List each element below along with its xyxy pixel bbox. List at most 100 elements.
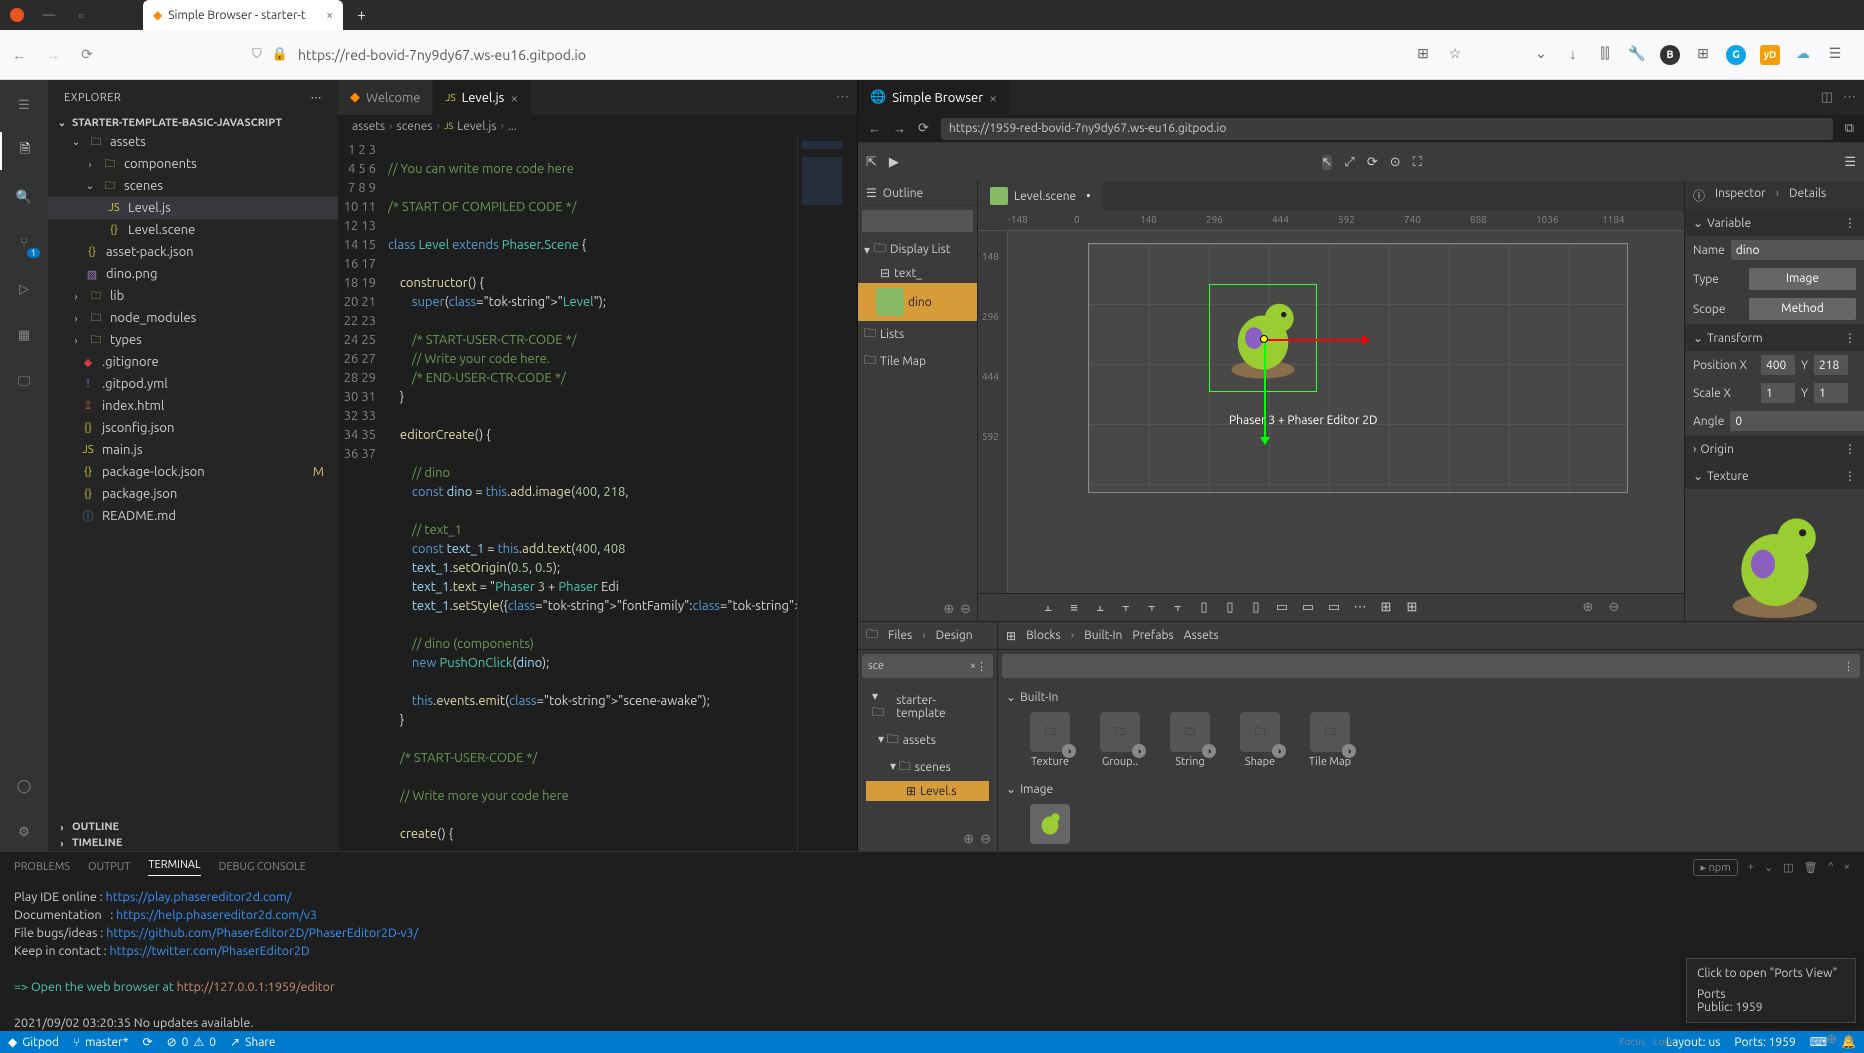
split-editor-icon[interactable]: ◫ bbox=[1821, 90, 1833, 105]
minimap[interactable] bbox=[797, 137, 857, 851]
tool-scale-icon[interactable]: ⤢ bbox=[1344, 155, 1354, 170]
tab-close-icon[interactable]: × bbox=[326, 9, 333, 22]
ext-g-icon[interactable]: G bbox=[1726, 45, 1746, 65]
terminal-dropdown-icon[interactable]: ⌄ bbox=[1764, 861, 1773, 874]
hamburger-icon[interactable]: ☰ bbox=[1826, 45, 1844, 63]
name-input[interactable] bbox=[1731, 240, 1864, 260]
status-sync[interactable]: ⟳ bbox=[143, 1035, 153, 1049]
scope-dropdown[interactable]: Method bbox=[1749, 298, 1856, 320]
split-terminal-icon[interactable]: ◫ bbox=[1783, 861, 1793, 874]
terminal-tab[interactable]: TERMINAL bbox=[148, 859, 200, 876]
card-shape[interactable]: 🗀◑Shape bbox=[1230, 712, 1290, 768]
file-package-lock[interactable]: {}package-lock.jsonM bbox=[48, 461, 338, 483]
remote-icon[interactable]: 🖵 bbox=[0, 362, 48, 400]
terminal-output[interactable]: Play IDE online : https://play.phaseredi… bbox=[0, 882, 1864, 1031]
menu-toggle-icon[interactable]: ☰ bbox=[0, 86, 48, 124]
file-gitpod-yml[interactable]: !.gitpod.yml bbox=[48, 373, 338, 395]
sidebar-more-icon[interactable]: ⋯ bbox=[311, 91, 323, 104]
folder-node-modules[interactable]: ›🗀node_modules bbox=[48, 307, 338, 329]
status-errors[interactable]: ⊘ 0 ⚠ 0 bbox=[167, 1035, 216, 1049]
close-tab-icon[interactable]: × bbox=[510, 90, 518, 106]
devtools-icon[interactable]: 🔧 bbox=[1628, 45, 1646, 63]
more-align-icon[interactable]: ⋯ bbox=[1350, 598, 1370, 618]
angle-input[interactable] bbox=[1730, 411, 1864, 431]
pos-x-input[interactable] bbox=[1761, 355, 1795, 375]
os-maximize-button[interactable]: ▫ bbox=[74, 8, 88, 22]
cat-builtin[interactable]: ⌄Built-In bbox=[1006, 686, 1856, 708]
status-feedback-icon[interactable]: ⌨ bbox=[1810, 1035, 1827, 1049]
back-button[interactable]: ← bbox=[10, 47, 28, 63]
ports-notification[interactable]: Click to open "Ports View" Ports Public:… bbox=[1686, 958, 1856, 1023]
new-terminal-icon[interactable]: + bbox=[1748, 861, 1754, 873]
search-menu-icon[interactable]: ⋮ bbox=[976, 660, 987, 673]
tool-resize-icon[interactable]: ⛶ bbox=[1413, 155, 1422, 170]
ext-y-icon[interactable]: yD bbox=[1760, 45, 1780, 65]
status-share[interactable]: ↗ Share bbox=[230, 1035, 276, 1049]
sb-forward-icon[interactable]: → bbox=[893, 121, 906, 136]
section-variable[interactable]: ⌄Variable⋮ bbox=[1685, 210, 1864, 236]
file-main-js[interactable]: JSmain.js bbox=[48, 439, 338, 461]
card-string[interactable]: 🗀◑String bbox=[1160, 712, 1220, 768]
os-minimize-button[interactable]: — bbox=[42, 8, 56, 22]
files-tree-level[interactable]: ⊞ Level.s bbox=[866, 781, 989, 801]
sb-reload-icon[interactable]: ⟳ bbox=[918, 121, 929, 136]
card-tilemap[interactable]: 🗀◑Tile Map bbox=[1300, 712, 1360, 768]
outline-text-item[interactable]: ⊟text_ bbox=[858, 263, 977, 283]
kill-terminal-icon[interactable]: 🗑 bbox=[1804, 861, 1818, 874]
file-asset-pack[interactable]: {}asset-pack.json bbox=[48, 241, 338, 263]
files-collapse-icon[interactable]: ⊖ bbox=[980, 832, 991, 847]
account-icon[interactable]: ◯ bbox=[0, 767, 48, 805]
reload-button[interactable]: ⟳ bbox=[78, 46, 96, 63]
card-dino-image[interactable] bbox=[1020, 804, 1080, 848]
settings-gear-icon[interactable]: ⚙ bbox=[0, 813, 48, 851]
sb-back-icon[interactable]: ← bbox=[868, 121, 881, 136]
scene-text-label[interactable]: Phaser 3 + Phaser Editor 2D bbox=[1229, 414, 1378, 427]
section-menu-icon[interactable]: ⋮ bbox=[1844, 469, 1856, 483]
assets-tab[interactable]: Assets bbox=[1184, 629, 1219, 642]
file-level-js[interactable]: JSLevel.js bbox=[48, 197, 338, 219]
scale-x-input[interactable] bbox=[1761, 383, 1795, 403]
folder-types[interactable]: ›🗀types bbox=[48, 329, 338, 351]
folder-components[interactable]: ›🗀components bbox=[48, 153, 338, 175]
align-left-icon[interactable]: ⫠ bbox=[1038, 598, 1058, 618]
inspector-tab[interactable]: Inspector bbox=[1715, 187, 1766, 204]
url-bar[interactable]: ⛉ 🔒 https://red-bovid-7ny9dy67.ws-eu16.g… bbox=[112, 47, 1398, 63]
forward-button[interactable]: → bbox=[44, 47, 62, 63]
files-tab[interactable]: Files bbox=[888, 629, 912, 642]
section-menu-icon[interactable]: ⋮ bbox=[1844, 331, 1856, 345]
breadcrumb[interactable]: assets› scenes› JSLevel.js›... bbox=[338, 115, 857, 137]
align-center-icon[interactable]: ≡ bbox=[1064, 598, 1084, 618]
section-transform[interactable]: ⌄Transform⋮ bbox=[1685, 325, 1864, 351]
details-tab[interactable]: Details bbox=[1789, 187, 1826, 204]
explorer-icon[interactable]: 🗎 bbox=[0, 132, 48, 170]
os-close-button[interactable] bbox=[10, 8, 24, 22]
library-icon[interactable]: ⫿⫿ bbox=[1596, 45, 1614, 63]
pocket-icon[interactable]: ⌄ bbox=[1532, 45, 1550, 63]
source-control-icon[interactable]: ⑂1 bbox=[0, 224, 48, 262]
bookmark-icon[interactable]: ☆ bbox=[1446, 45, 1464, 63]
border-l-icon[interactable]: ▯ bbox=[1194, 598, 1214, 618]
timeline-section[interactable]: ›TIMELINE bbox=[48, 835, 338, 851]
grid-icon[interactable]: ⊞ bbox=[1414, 45, 1432, 63]
status-gitpod[interactable]: ◆ Gitpod bbox=[8, 1035, 59, 1049]
ext-cloud-icon[interactable]: ☁ bbox=[1794, 45, 1812, 63]
outline-dino-item[interactable]: dino bbox=[858, 283, 977, 321]
extensions-icon[interactable]: ▦ bbox=[0, 316, 48, 354]
new-tab-button[interactable]: + bbox=[357, 6, 366, 24]
align-top-icon[interactable]: ⫟ bbox=[1116, 598, 1136, 618]
section-menu-icon[interactable]: ⋮ bbox=[1844, 442, 1856, 456]
blocks-search[interactable]: ⋮ bbox=[1002, 654, 1860, 678]
align-right-icon[interactable]: ⫠ bbox=[1090, 598, 1110, 618]
debug-icon[interactable]: ▷ bbox=[0, 270, 48, 308]
scene-tab[interactable]: Level.scene bbox=[978, 181, 1103, 211]
sb-open-external-icon[interactable]: ⧉ bbox=[1845, 121, 1854, 136]
file-dino-png[interactable]: ▧dino.png bbox=[48, 263, 338, 285]
file-level-scene[interactable]: {}Level.scene bbox=[48, 219, 338, 241]
maximize-panel-icon[interactable]: ^ bbox=[1828, 861, 1834, 873]
outline-tilemap[interactable]: 🗀Tile Map bbox=[858, 348, 977, 375]
ext-b-icon[interactable]: B bbox=[1660, 45, 1680, 65]
col-icon[interactable]: ▭ bbox=[1298, 598, 1318, 618]
zoom-in-icon[interactable]: ⊕ bbox=[1578, 598, 1598, 618]
ext-apps-icon[interactable]: ⊞ bbox=[1694, 45, 1712, 63]
design-tab[interactable]: Design bbox=[936, 629, 973, 642]
